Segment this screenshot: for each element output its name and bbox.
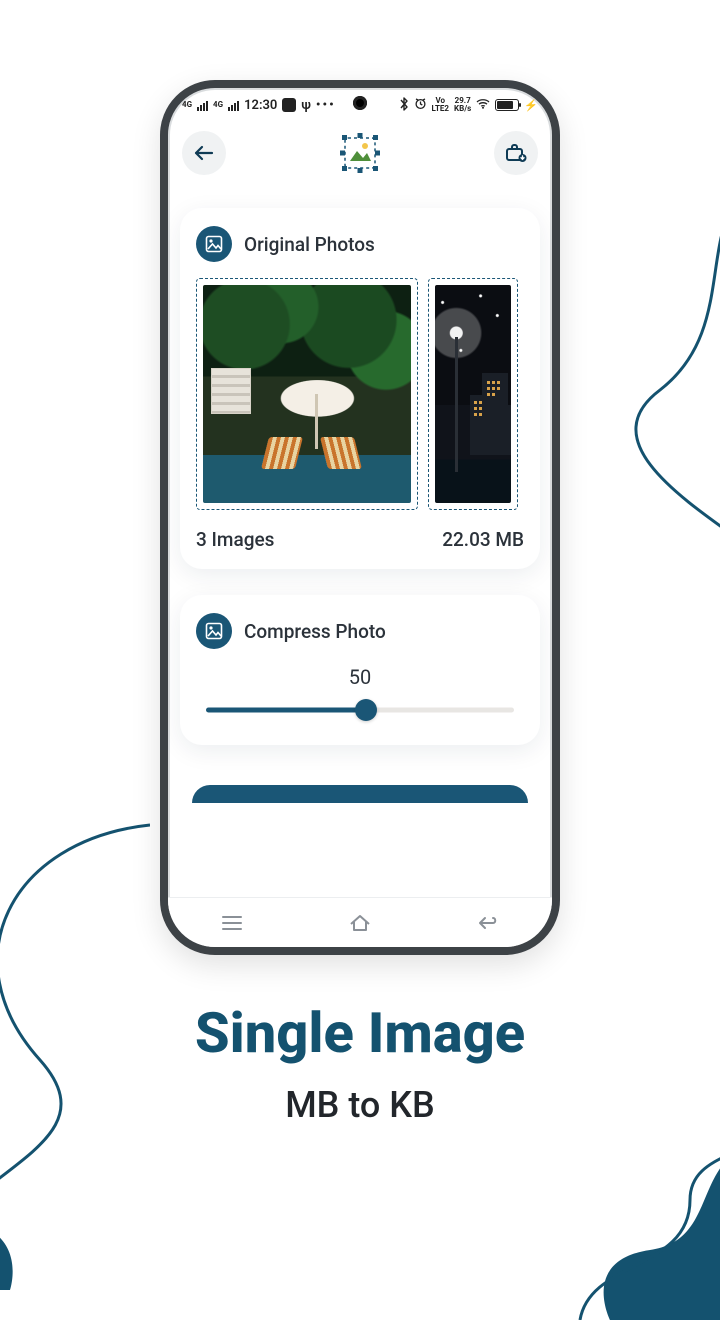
network-label: 4G (182, 101, 192, 109)
more-status-icon: ••• (316, 98, 336, 113)
home-button[interactable] (342, 908, 378, 938)
slider-value: 50 (196, 665, 524, 689)
photo-night-city (435, 285, 511, 503)
thumb-2[interactable] (428, 278, 518, 510)
bluetooth-icon (399, 97, 409, 114)
photo-badge-icon (196, 226, 232, 262)
keyboard-icon (282, 98, 296, 112)
originals-title: Original Photos (244, 233, 375, 256)
volte-label: VoLTE2 (432, 97, 450, 113)
briefcase-down-icon (505, 143, 527, 163)
back-nav-button[interactable] (470, 908, 506, 938)
usb-icon: ψ (301, 98, 311, 113)
marketing-headline: Single Image (0, 1000, 720, 1066)
phone-mockup: 4G 4G 12:30 ψ ••• VoLTE2 29.7KB/s ⚡ (160, 80, 560, 955)
slider-thumb[interactable] (355, 699, 377, 721)
back-button[interactable] (182, 131, 226, 175)
menu-icon (221, 915, 243, 931)
images-count: 3 Images (196, 528, 274, 551)
compress-badge-icon (196, 613, 232, 649)
thumb-1[interactable] (196, 278, 418, 510)
export-button[interactable] (494, 131, 538, 175)
compress-card: Compress Photo 50 (180, 595, 540, 745)
app-logo (336, 129, 384, 177)
marketing-block: Single Image MB to KB (0, 1000, 720, 1126)
thumbs-row[interactable] (196, 278, 524, 510)
signal-bars-1 (197, 99, 208, 111)
arrow-left-icon (194, 145, 214, 161)
front-camera (353, 96, 367, 110)
recent-apps-button[interactable] (214, 908, 250, 938)
alarm-icon (414, 97, 427, 113)
battery-icon (495, 99, 519, 111)
system-nav-bar (168, 897, 552, 947)
images-size: 22.03 MB (442, 528, 524, 551)
primary-action-button[interactable] (192, 785, 528, 803)
quality-slider[interactable] (206, 699, 514, 721)
charging-icon: ⚡ (524, 99, 538, 112)
wifi-icon (476, 98, 490, 113)
network-label-2: 4G (213, 101, 223, 109)
home-icon (348, 914, 372, 932)
speed-label: 29.7KB/s (454, 97, 471, 113)
compress-title: Compress Photo (244, 620, 386, 643)
originals-card: Original Photos 3 I (180, 208, 540, 569)
signal-bars-2 (228, 99, 239, 111)
back-icon (476, 915, 500, 931)
app-header (168, 118, 552, 188)
photo-patio (203, 285, 411, 503)
marketing-subhead: MB to KB (0, 1084, 720, 1126)
status-time: 12:30 (244, 98, 277, 113)
